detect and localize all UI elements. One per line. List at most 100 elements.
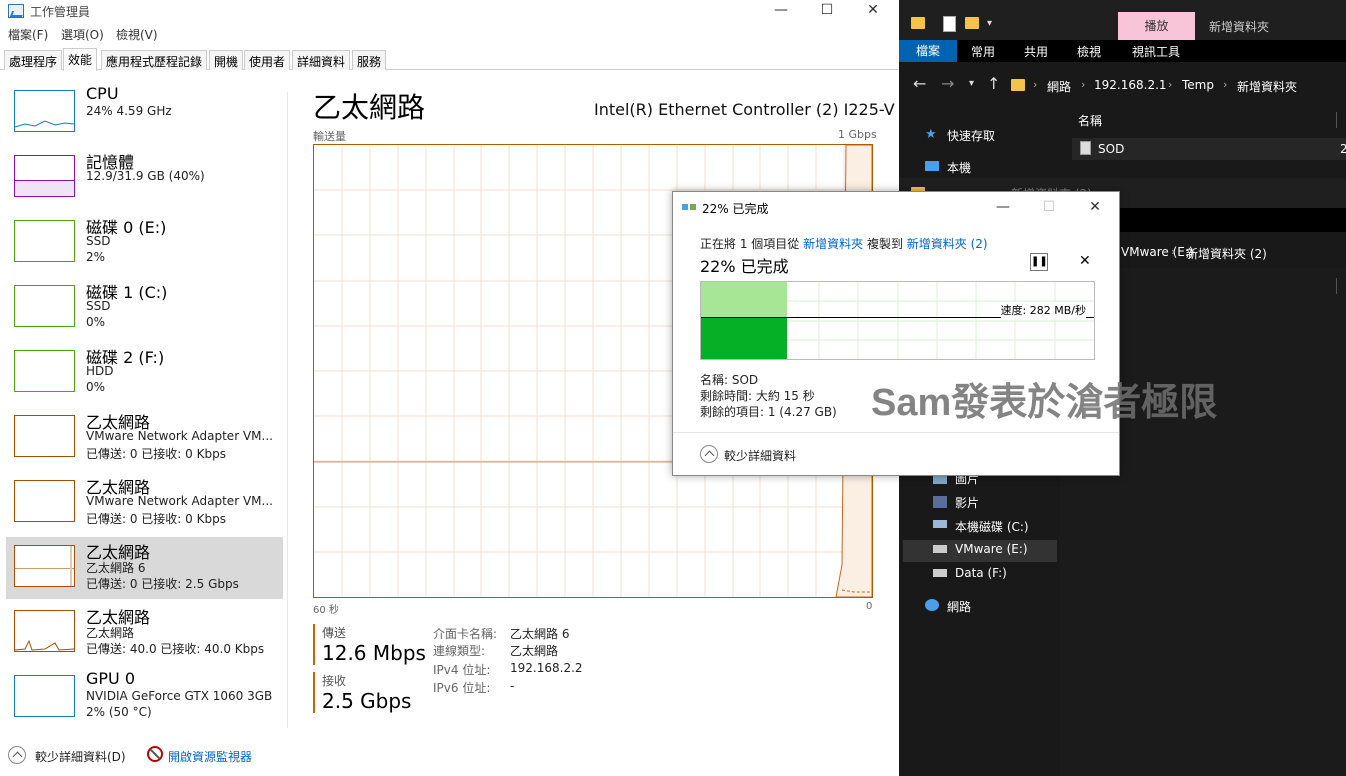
- nav-drive-c[interactable]: 本機磁碟 (C:): [955, 518, 1029, 535]
- file-size: 2: [1340, 142, 1346, 156]
- sidebar-item[interactable]: 磁碟 2 (F:) HDD 0%: [6, 342, 283, 404]
- sidebar-item[interactable]: CPU 24% 4.59 GHz: [6, 82, 283, 144]
- speed-label: 速度: 282 MB/秒: [1000, 302, 1086, 318]
- fewer-details-button[interactable]: 較少詳細資料: [724, 447, 796, 464]
- connection-type-label: 連線類型:: [433, 644, 486, 658]
- receive-value: 2.5 Gbps: [322, 689, 412, 713]
- nav-quick-access[interactable]: 快速存取: [947, 127, 995, 144]
- tab-services[interactable]: 服務: [352, 50, 387, 70]
- breadcrumb-vmware[interactable]: VMware (E:): [1121, 245, 1194, 259]
- sidebar-thumbnail: [14, 480, 75, 522]
- folder-icon: [911, 17, 925, 29]
- nav-drive-f[interactable]: Data (F:): [955, 566, 1007, 580]
- breadcrumb-temp[interactable]: Temp: [1182, 78, 1214, 92]
- close-button[interactable]: ✕: [850, 0, 896, 22]
- dialog-separator: [673, 432, 1119, 433]
- menu-options[interactable]: 選項(O): [61, 26, 104, 43]
- up-arrow-icon[interactable]: ↑: [987, 74, 1000, 93]
- nav-videos[interactable]: 影片: [955, 494, 979, 511]
- chevron-up-icon[interactable]: [700, 445, 718, 463]
- ribbon-tab-file[interactable]: 檔案: [899, 40, 957, 62]
- graph-max-label: 1 Gbps: [838, 128, 877, 141]
- sidebar-item[interactable]: 乙太網路 乙太網路 6 已傳送: 0 已接收: 2.5 Gbps: [6, 537, 283, 599]
- sidebar-item-subtitle: 乙太網路: [86, 626, 135, 640]
- address-bar[interactable]: › 網路 › 192.168.2.1 › Temp › 新增資料夾: [1005, 72, 1346, 98]
- maximize-button[interactable]: ☐: [804, 0, 850, 22]
- breadcrumb-new-folder-2[interactable]: 新增資料夾 (2): [1186, 245, 1267, 262]
- tab-app-history[interactable]: 應用程式歷程記錄: [101, 50, 208, 70]
- tab-startup[interactable]: 開機: [209, 50, 244, 70]
- nav-drive-e[interactable]: VMware (E:): [955, 542, 1028, 556]
- receive-stat: 接收 2.5 Gbps: [313, 672, 411, 713]
- source-folder-link[interactable]: 新增資料夾: [803, 237, 863, 251]
- properties-icon[interactable]: [943, 16, 956, 32]
- tab-details[interactable]: 詳細資料: [292, 50, 351, 70]
- send-value: 12.6 Mbps: [322, 641, 426, 665]
- videos-icon: [933, 496, 947, 508]
- nav-this-pc[interactable]: 本機: [947, 159, 971, 176]
- file-row[interactable]: SOD 2: [1072, 138, 1346, 160]
- sidebar-item-detail: 已傳送: 40.0 已接收: 40.0 Kbps: [86, 642, 265, 656]
- open-resource-monitor-link[interactable]: 開啟資源監視器: [168, 748, 252, 765]
- tab-processes[interactable]: 處理程序: [4, 50, 63, 70]
- dialog-minimize-button[interactable]: —: [980, 196, 1026, 218]
- ribbon-tab-share[interactable]: 共用: [1024, 43, 1048, 60]
- new-folder-icon[interactable]: [965, 17, 979, 29]
- column-separator[interactable]: [1336, 112, 1337, 128]
- nav-network[interactable]: 網路: [947, 598, 971, 615]
- pause-button[interactable]: ❚❚: [1030, 253, 1048, 271]
- ipv4-value: 192.168.2.2: [510, 661, 583, 675]
- pc-icon: [925, 161, 939, 171]
- dialog-close-button[interactable]: ✕: [1072, 196, 1118, 218]
- menu-file[interactable]: 檔案(F): [8, 26, 48, 43]
- progress-fill-light: [701, 282, 787, 317]
- pane-divider[interactable]: [287, 92, 288, 728]
- sidebar-item[interactable]: 磁碟 0 (E:) SSD 2%: [6, 212, 283, 274]
- percent-complete: 22% 已完成: [700, 257, 789, 276]
- back-arrow-icon[interactable]: ←: [913, 74, 926, 93]
- ribbon-tab-view[interactable]: 檢視: [1077, 43, 1101, 60]
- sidebar-item[interactable]: 記憶體 12.9/31.9 GB (40%): [6, 147, 283, 209]
- tab-performance[interactable]: 效能: [63, 48, 98, 71]
- sidebar-item-subtitle: VMware Network Adapter VM...: [86, 429, 273, 443]
- sidebar-item[interactable]: 磁碟 1 (C:) SSD 0%: [6, 277, 283, 339]
- sidebar-item[interactable]: GPU 0 NVIDIA GeForce GTX 1060 3GB 2% (50 °…: [6, 667, 283, 729]
- copy-description: 正在將 1 個項目從 新增資料夾 複製到 新增資料夾 (2): [700, 235, 988, 252]
- send-label: 傳送: [322, 626, 347, 640]
- destination-folder-link[interactable]: 新增資料夾 (2): [907, 237, 988, 251]
- forward-arrow-icon[interactable]: →: [941, 74, 954, 93]
- progress-fill: [701, 317, 787, 359]
- customize-toolbar-icon[interactable]: ▾: [987, 18, 1000, 34]
- chevron-up-icon[interactable]: [8, 746, 26, 764]
- progress-chart: 速度: 282 MB/秒: [700, 281, 1095, 360]
- ribbon-tab-video-tools[interactable]: 視訊工具: [1132, 43, 1180, 60]
- resource-monitor-icon: [147, 746, 163, 762]
- fewer-details-button[interactable]: 較少詳細資料(D): [35, 748, 126, 765]
- drive-c-icon: [933, 520, 947, 528]
- address-bar-row: ← → ▾ ↑ › 網路 › 192.168.2.1 › Temp › 新增資料…: [899, 70, 1346, 100]
- breadcrumb-host[interactable]: 192.168.2.1: [1094, 78, 1167, 92]
- recent-locations-icon[interactable]: ▾: [969, 78, 974, 89]
- window-title: 工作管理員: [30, 5, 91, 19]
- ipv6-label: IPv6 位址:: [433, 681, 491, 695]
- sidebar-item-detail: 0%: [86, 315, 106, 329]
- sidebar-item[interactable]: 乙太網路 VMware Network Adapter VM... 已傳送: 0 已…: [6, 407, 283, 469]
- menu-view[interactable]: 檢視(V): [116, 26, 158, 43]
- play-contextual-tab[interactable]: 播放: [1118, 12, 1195, 40]
- sidebar-item-subtitle: 12.9/31.9 GB (40%): [86, 169, 205, 183]
- column-separator[interactable]: [1336, 278, 1337, 294]
- column-header-name[interactable]: 名稱: [1078, 112, 1102, 129]
- minimize-button[interactable]: —: [758, 0, 804, 22]
- cancel-button[interactable]: ✕: [1079, 253, 1091, 269]
- sidebar-thumbnail: [14, 350, 75, 392]
- sidebar-item[interactable]: 乙太網路 VMware Network Adapter VM... 已傳送: 0 已…: [6, 472, 283, 534]
- footer: 較少詳細資料(D) 開啟資源監視器: [0, 744, 898, 770]
- sidebar-thumbnail: [14, 220, 75, 262]
- ribbon-tab-home[interactable]: 常用: [971, 43, 995, 60]
- sidebar-item-detail: 2% (50 °C): [86, 705, 152, 719]
- sidebar-item-detail: 2%: [86, 250, 106, 264]
- breadcrumb-network[interactable]: 網路: [1047, 78, 1071, 95]
- tab-users[interactable]: 使用者: [244, 50, 291, 70]
- sidebar-item[interactable]: 乙太網路 乙太網路 已傳送: 40.0 已接收: 40.0 Kbps: [6, 602, 283, 664]
- breadcrumb-folder[interactable]: 新增資料夾: [1237, 78, 1297, 95]
